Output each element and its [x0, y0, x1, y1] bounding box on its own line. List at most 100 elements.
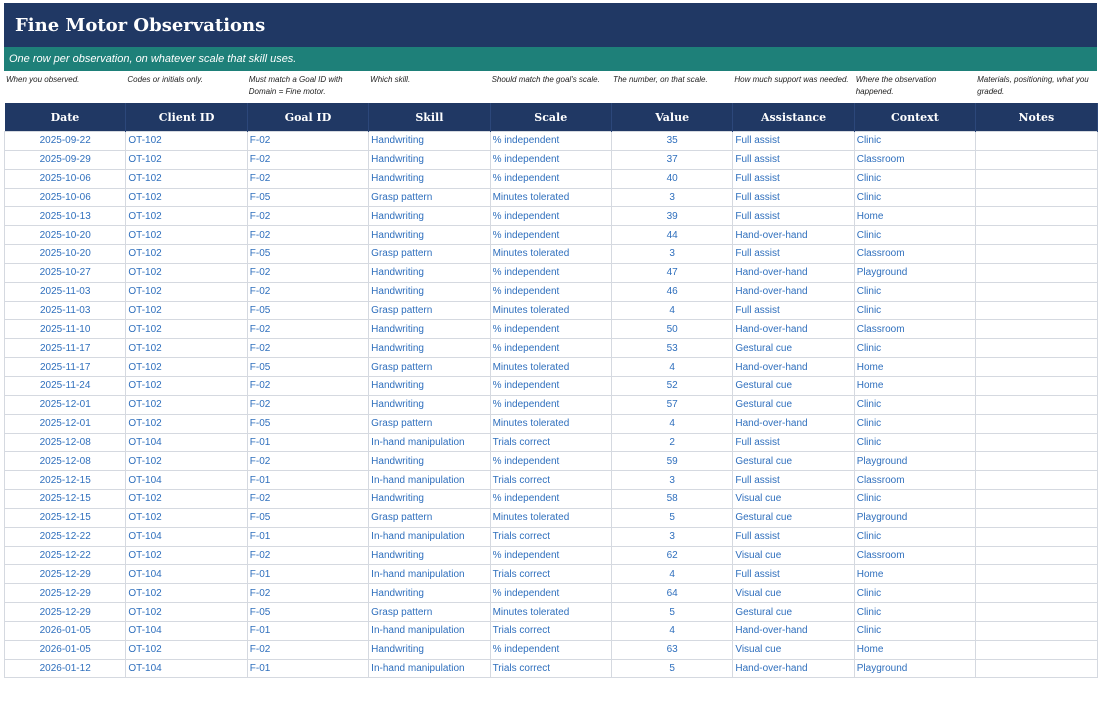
cell-date[interactable]: 2026-01-05: [3, 620, 127, 641]
cell-goal-id[interactable]: F-02: [246, 206, 370, 227]
cell-value[interactable]: 35: [610, 131, 734, 151]
cell-date[interactable]: 2025-11-03: [3, 281, 127, 302]
cell-scale[interactable]: % independent: [489, 394, 612, 415]
cell-skill[interactable]: Grasp pattern: [368, 507, 491, 528]
cell-scale[interactable]: % independent: [489, 206, 612, 227]
cell-client-id[interactable]: OT-102: [125, 507, 248, 528]
cell-notes[interactable]: [975, 545, 1098, 566]
cell-scale[interactable]: Trials correct: [489, 526, 612, 547]
cell-client-id[interactable]: OT-102: [125, 583, 248, 604]
cell-assistance[interactable]: Gestural cue: [732, 507, 855, 528]
cell-notes[interactable]: [975, 413, 1098, 434]
cell-context[interactable]: Clinic: [853, 489, 977, 509]
cell-skill[interactable]: Handwriting: [368, 225, 491, 246]
cell-skill[interactable]: Handwriting: [368, 206, 491, 227]
cell-assistance[interactable]: Hand-over-hand: [732, 357, 855, 377]
cell-client-id[interactable]: OT-102: [125, 187, 248, 208]
cell-assistance[interactable]: Full assist: [732, 187, 855, 208]
cell-value[interactable]: 58: [610, 489, 734, 509]
cell-value[interactable]: 57: [610, 394, 734, 415]
cell-notes[interactable]: [975, 319, 1098, 340]
cell-client-id[interactable]: OT-104: [125, 470, 248, 491]
cell-notes[interactable]: [975, 394, 1098, 415]
cell-client-id[interactable]: OT-102: [125, 149, 248, 170]
header-goal-id[interactable]: Goal ID: [247, 103, 370, 132]
cell-date[interactable]: 2025-12-15: [3, 489, 127, 509]
cell-context[interactable]: Clinic: [853, 338, 977, 359]
cell-value[interactable]: 46: [610, 281, 734, 302]
cell-context[interactable]: Playground: [853, 658, 977, 679]
cell-client-id[interactable]: OT-102: [125, 602, 248, 622]
cell-goal-id[interactable]: F-02: [246, 131, 370, 151]
cell-notes[interactable]: [975, 583, 1098, 604]
cell-date[interactable]: 2025-10-06: [3, 187, 127, 208]
sheet-subtitle[interactable]: One row per observation, on whatever sca…: [4, 47, 1097, 71]
cell-value[interactable]: 4: [610, 357, 734, 377]
cell-goal-id[interactable]: F-01: [246, 526, 370, 547]
cell-goal-id[interactable]: F-02: [246, 375, 370, 396]
cell-goal-id[interactable]: F-02: [246, 545, 370, 566]
cell-scale[interactable]: % independent: [489, 489, 612, 509]
cell-value[interactable]: 3: [610, 470, 734, 491]
cell-scale[interactable]: % independent: [489, 583, 612, 604]
cell-date[interactable]: 2025-12-15: [3, 470, 127, 491]
cell-client-id[interactable]: OT-102: [125, 131, 248, 151]
cell-value[interactable]: 3: [610, 244, 734, 264]
cell-date[interactable]: 2025-11-03: [3, 300, 127, 321]
cell-goal-id[interactable]: F-05: [246, 357, 370, 377]
cell-context[interactable]: Classroom: [853, 470, 977, 491]
cell-goal-id[interactable]: F-05: [246, 300, 370, 321]
cell-skill[interactable]: Handwriting: [368, 394, 491, 415]
cell-context[interactable]: Clinic: [853, 168, 977, 189]
cell-notes[interactable]: [975, 658, 1098, 679]
cell-context[interactable]: Clinic: [853, 526, 977, 547]
cell-context[interactable]: Clinic: [853, 583, 977, 604]
cell-skill[interactable]: Handwriting: [368, 168, 491, 189]
cell-goal-id[interactable]: F-02: [246, 225, 370, 246]
cell-skill[interactable]: In-hand manipulation: [368, 526, 491, 547]
cell-skill[interactable]: Handwriting: [368, 319, 491, 340]
header-client-id[interactable]: Client ID: [125, 103, 248, 132]
cell-assistance[interactable]: Gestural cue: [732, 451, 855, 472]
cell-skill[interactable]: Handwriting: [368, 375, 491, 396]
cell-value[interactable]: 53: [610, 338, 734, 359]
cell-client-id[interactable]: OT-102: [125, 451, 248, 472]
cell-client-id[interactable]: OT-104: [125, 526, 248, 547]
cell-goal-id[interactable]: F-02: [246, 319, 370, 340]
cell-value[interactable]: 52: [610, 375, 734, 396]
cell-assistance[interactable]: Hand-over-hand: [732, 281, 855, 302]
cell-scale[interactable]: Trials correct: [489, 658, 612, 679]
cell-assistance[interactable]: Visual cue: [732, 489, 855, 509]
cell-context[interactable]: Clinic: [853, 432, 977, 453]
cell-assistance[interactable]: Full assist: [732, 564, 855, 585]
cell-notes[interactable]: [975, 206, 1098, 227]
cell-value[interactable]: 3: [610, 526, 734, 547]
cell-value[interactable]: 4: [610, 620, 734, 641]
header-date[interactable]: Date: [4, 103, 127, 132]
hint-assistance[interactable]: How much support was needed.: [732, 71, 853, 103]
cell-client-id[interactable]: OT-102: [125, 319, 248, 340]
cell-notes[interactable]: [975, 149, 1098, 170]
cell-notes[interactable]: [975, 526, 1098, 547]
cell-assistance[interactable]: Hand-over-hand: [732, 620, 855, 641]
cell-notes[interactable]: [975, 639, 1098, 660]
hint-client-id[interactable]: Codes or initials only.: [125, 71, 246, 103]
cell-scale[interactable]: % independent: [489, 262, 612, 283]
cell-goal-id[interactable]: F-02: [246, 281, 370, 302]
cell-client-id[interactable]: OT-102: [125, 300, 248, 321]
cell-date[interactable]: 2025-12-08: [3, 451, 127, 472]
cell-client-id[interactable]: OT-104: [125, 564, 248, 585]
cell-scale[interactable]: % independent: [489, 338, 612, 359]
cell-context[interactable]: Clinic: [853, 394, 977, 415]
cell-client-id[interactable]: OT-102: [125, 338, 248, 359]
cell-date[interactable]: 2025-12-29: [3, 583, 127, 604]
cell-notes[interactable]: [975, 168, 1098, 189]
hint-skill[interactable]: Which skill.: [368, 71, 489, 103]
cell-client-id[interactable]: OT-102: [125, 225, 248, 246]
hint-goal-id[interactable]: Must match a Goal ID with Domain = Fine …: [247, 71, 368, 103]
cell-client-id[interactable]: OT-102: [125, 206, 248, 227]
cell-skill[interactable]: Grasp pattern: [368, 602, 491, 622]
cell-skill[interactable]: Handwriting: [368, 451, 491, 472]
cell-skill[interactable]: Grasp pattern: [368, 413, 491, 434]
cell-context[interactable]: Clinic: [853, 281, 977, 302]
